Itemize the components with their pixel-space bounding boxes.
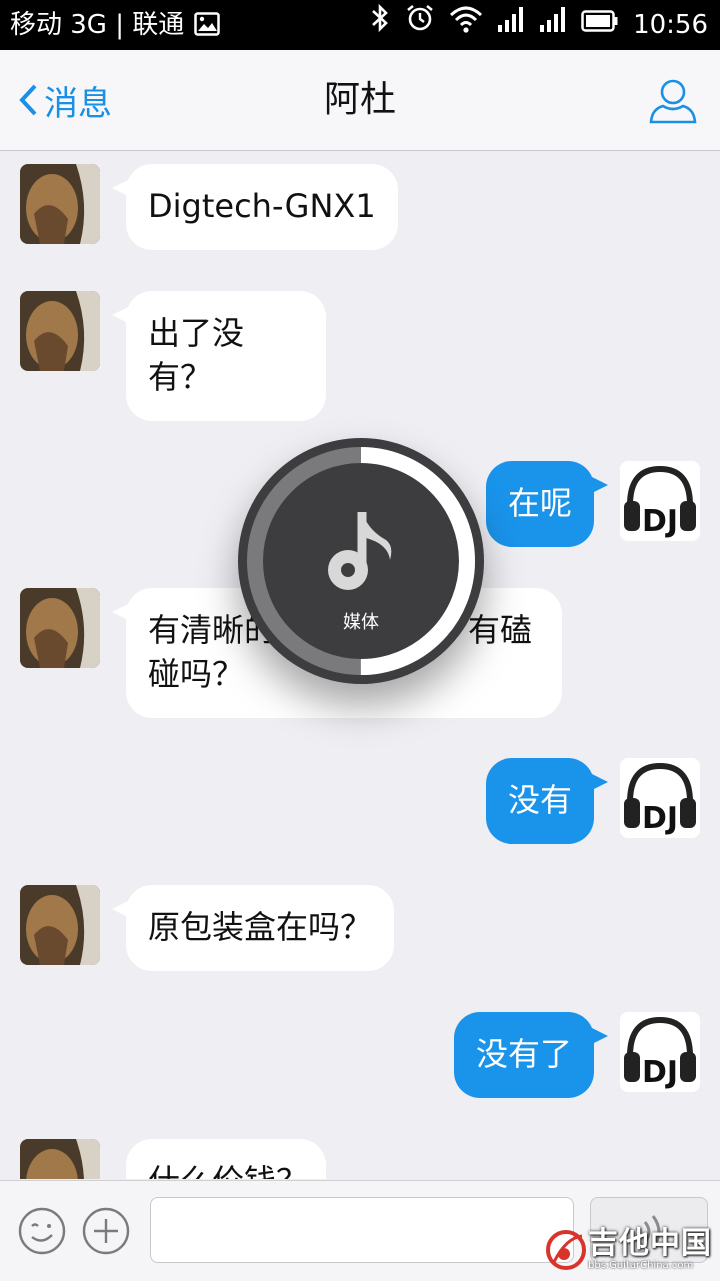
watermark-logo: 吉他中国 bbs.GuitarChina.com — [544, 1228, 712, 1272]
message-bubble-incoming[interactable]: Digtech-GNX1 — [112, 164, 398, 250]
back-label: 消息 — [44, 83, 112, 124]
message-bubble-outgoing[interactable]: 没有 — [485, 758, 609, 844]
carrier-label: 移动 3G | 联通 — [10, 10, 185, 40]
nav-bar: 阿杜 消息 — [0, 50, 720, 151]
battery-icon — [581, 0, 619, 50]
contact-avatar[interactable] — [20, 885, 100, 965]
emoji-button[interactable] — [18, 1207, 66, 1255]
watermark-url: bbs.GuitarChina.com — [588, 1260, 694, 1271]
bluetooth-icon — [369, 0, 391, 50]
contact-profile-button[interactable] — [648, 76, 698, 126]
message-bubble-incoming[interactable]: 原包装盒在吗？ — [111, 885, 395, 971]
person-icon — [649, 79, 697, 124]
plus-icon — [82, 1207, 130, 1255]
svg-text:DJ: DJ — [642, 1055, 678, 1090]
signal-icon-2 — [539, 0, 567, 50]
svg-text:DJ: DJ — [642, 504, 678, 539]
status-bar: 移动 3G | 联通 10:56 — [0, 0, 720, 50]
svg-text:DJ: DJ — [642, 801, 678, 836]
my-avatar[interactable]: DJ — [620, 1012, 700, 1092]
alarm-icon — [405, 0, 435, 50]
volume-overlay: 媒体 — [238, 438, 484, 684]
watermark-title: 吉他中国 — [588, 1226, 712, 1261]
contact-avatar[interactable] — [20, 291, 100, 371]
message-bubble-outgoing[interactable]: 在呢 — [485, 461, 609, 547]
message-bubble-incoming[interactable]: 什么价钱？ — [126, 1139, 326, 1179]
emoji-icon — [18, 1207, 66, 1255]
gallery-icon — [194, 12, 220, 36]
contact-avatar[interactable] — [20, 1139, 100, 1179]
message-bubble-incoming[interactable]: 出了没有？ — [112, 291, 326, 421]
my-avatar[interactable]: DJ — [620, 461, 700, 541]
my-avatar[interactable]: DJ — [620, 758, 700, 838]
contact-avatar[interactable] — [20, 164, 100, 244]
message-bubble-outgoing[interactable]: 没有了 — [453, 1012, 609, 1098]
clock-time: 10:56 — [633, 10, 708, 40]
chevron-left-icon — [19, 84, 37, 116]
contact-avatar[interactable] — [20, 588, 100, 668]
wifi-icon — [449, 0, 483, 50]
plus-button[interactable] — [82, 1207, 130, 1255]
signal-icon-1 — [497, 0, 525, 50]
volume-stream-label: 媒体 — [343, 612, 379, 633]
guitar-logo-icon — [546, 1230, 586, 1270]
music-note-icon — [328, 512, 392, 590]
back-button[interactable]: 消息 — [18, 50, 112, 150]
message-input[interactable] — [150, 1197, 574, 1263]
